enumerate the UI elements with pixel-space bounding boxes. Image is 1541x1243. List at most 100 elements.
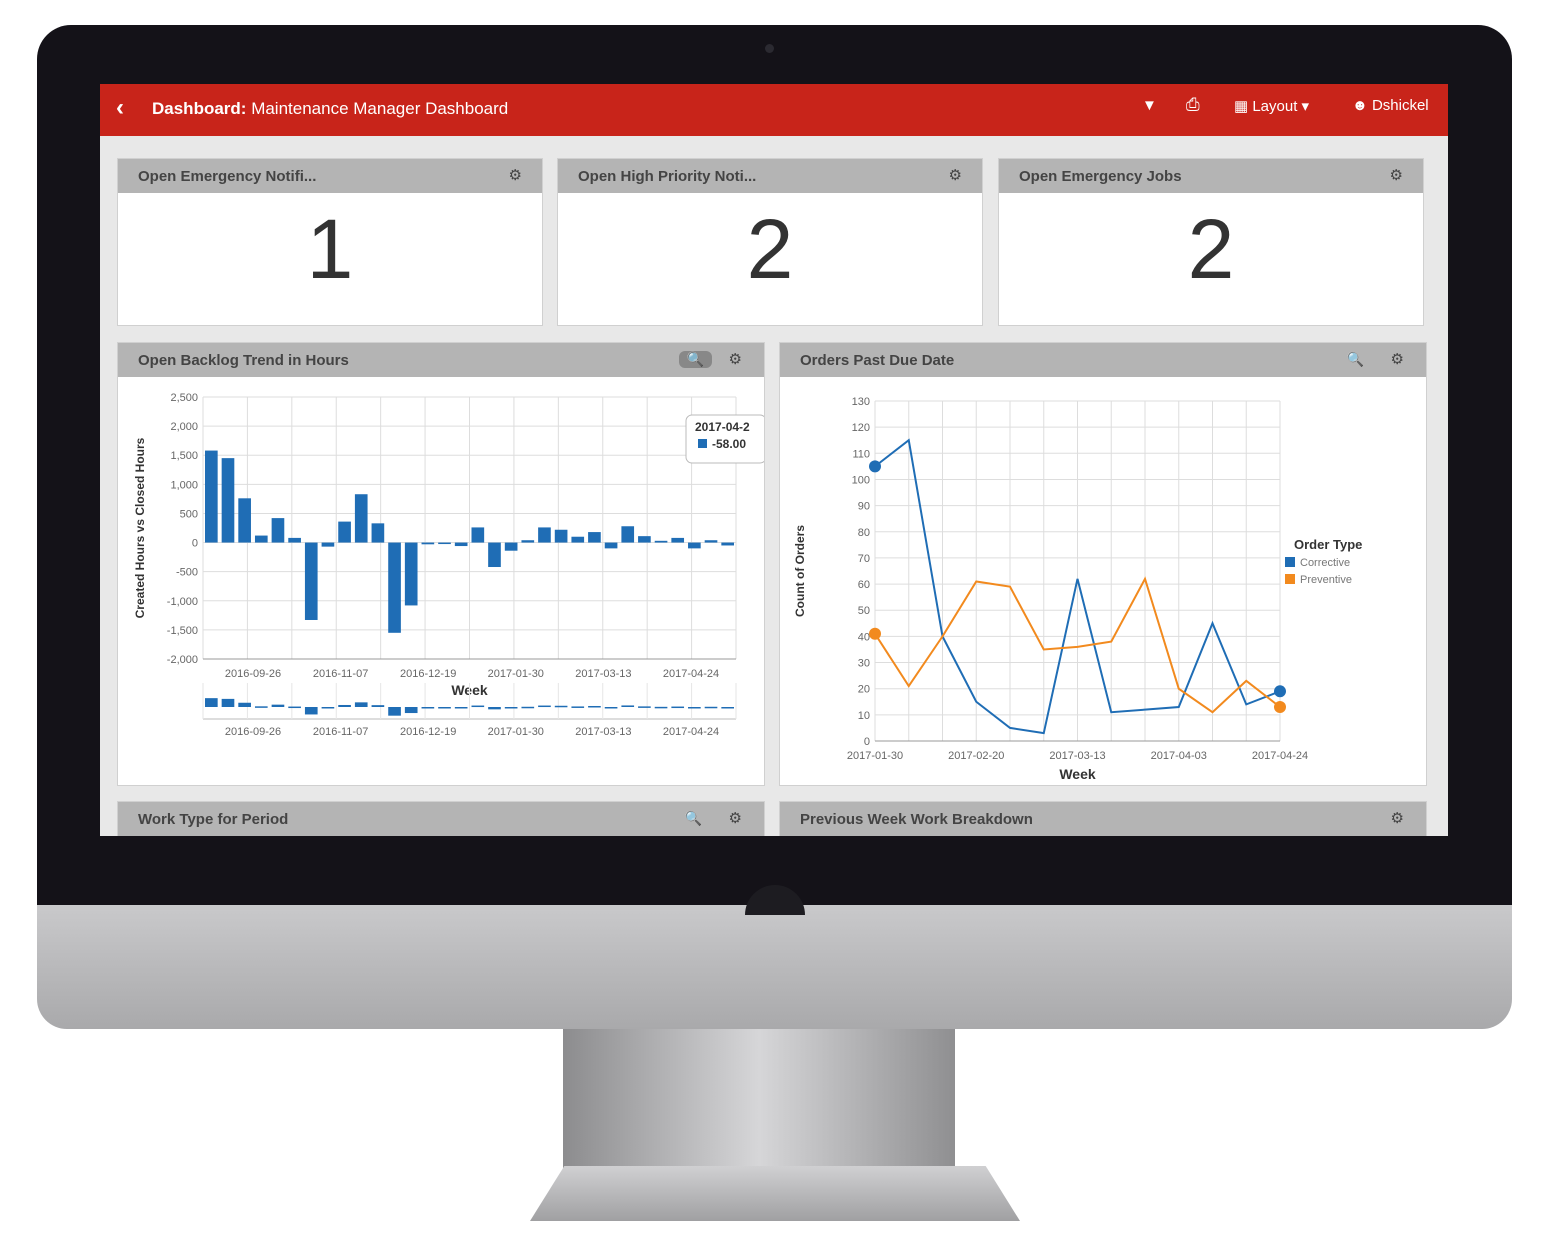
- bar: [288, 537, 301, 543]
- gear-icon[interactable]: ⚙: [729, 809, 742, 827]
- x-tick-label: 2016-09-26: [225, 668, 281, 680]
- y-tick-label: -1,500: [167, 625, 198, 637]
- bar: [221, 458, 235, 543]
- bar: [471, 527, 485, 543]
- back-icon[interactable]: ‹: [116, 94, 124, 122]
- bar: [721, 542, 734, 546]
- bar: [354, 494, 368, 543]
- bar: [254, 535, 268, 543]
- bar: [404, 542, 418, 606]
- navigator-bar: [454, 707, 468, 709]
- camera-dot: [765, 44, 774, 53]
- bar: [438, 542, 451, 545]
- navigator-bar: [654, 706, 668, 709]
- navigator-bar: [421, 707, 435, 709]
- page-title-prefix: Dashboard:: [152, 99, 247, 118]
- panel-title: Orders Past Due Date: [800, 352, 955, 369]
- kpi-value: 2: [746, 202, 794, 296]
- y-tick-label: 70: [858, 553, 870, 565]
- y-tick-label: 100: [852, 474, 870, 486]
- navigator-bar: [521, 706, 535, 709]
- grid-icon: ▦: [1234, 98, 1253, 115]
- user-menu-button[interactable]: ☻ Dshickel: [1352, 97, 1429, 114]
- series-point: [869, 460, 881, 473]
- navigator-bar: [205, 698, 218, 707]
- panel-header: Open Emergency Jobs ⚙: [999, 159, 1423, 193]
- bar: [205, 450, 218, 543]
- panel-title: Open Emergency Notifi...: [138, 168, 317, 185]
- page-title: Dashboard: Maintenance Manager Dashboard: [152, 99, 508, 119]
- bar: [371, 523, 385, 543]
- navigator-tick-label: 2017-04-24: [663, 726, 719, 738]
- print-icon[interactable]: ⎙: [1186, 95, 1200, 115]
- navigator-bar: [438, 707, 451, 709]
- y-tick-label: 10: [858, 710, 870, 722]
- legend-label: Preventive: [1300, 574, 1352, 586]
- navigator-bar: [604, 707, 618, 709]
- navigator-bar: [621, 705, 635, 707]
- y-tick-label: 2,500: [170, 392, 198, 404]
- gear-icon[interactable]: ⚙: [1391, 809, 1404, 827]
- bar: [704, 540, 718, 543]
- y-tick-label: 40: [858, 631, 870, 643]
- panel-title: Open Backlog Trend in Hours: [138, 352, 349, 369]
- gear-icon[interactable]: ⚙: [949, 166, 962, 184]
- x-tick-label: 2016-11-07: [313, 668, 368, 680]
- kpi-panel-emergency-jobs: Open Emergency Jobs ⚙ 2: [998, 158, 1424, 326]
- navigator-bar: [571, 706, 585, 708]
- kpi-panel-emergency-notifications: Open Emergency Notifi... ⚙ 1: [117, 158, 543, 326]
- filter-icon[interactable]: ▼: [1142, 97, 1157, 114]
- panel-header: Open Emergency Notifi... ⚙: [118, 159, 542, 193]
- bar: [488, 542, 501, 568]
- legend-title: Order Type: [1294, 537, 1362, 552]
- backlog-bar-chart: 2,500 2,000 1,500 1,000 500 0 -500 -1,000 -1,500…: [133, 392, 764, 738]
- bar: [321, 542, 335, 547]
- navigator-tick-label: 2017-03-13: [575, 726, 631, 738]
- navigator-bar: [538, 705, 551, 708]
- bar: [521, 540, 535, 543]
- series-point: [869, 627, 881, 640]
- navigator-bar: [388, 707, 401, 716]
- x-tick-label: 2017-01-30: [488, 668, 544, 680]
- monitor-stand-neck: [563, 1029, 955, 1169]
- navigator-bar: [504, 707, 518, 709]
- bar: [454, 542, 468, 547]
- y-tick-label: -2,000: [167, 654, 198, 666]
- gear-icon[interactable]: ⚙: [729, 350, 742, 368]
- navigator-bar: [404, 707, 418, 714]
- top-bar: ‹ Dashboard: Maintenance Manager Dashboa…: [100, 84, 1448, 136]
- y-tick-label: -500: [176, 567, 198, 579]
- page-title-name: Maintenance Manager Dashboard: [246, 99, 509, 118]
- navigator-bar: [471, 705, 485, 708]
- x-tick-label: 2017-01-30: [847, 750, 903, 762]
- panel-header: Work Type for Period 🔍 ⚙: [118, 802, 764, 836]
- zoom-icon[interactable]: 🔍: [685, 810, 702, 827]
- zoom-icon[interactable]: 🔍: [678, 351, 712, 368]
- bar: [554, 529, 568, 543]
- navigator-tick-label: 2016-09-26: [225, 726, 281, 738]
- orders-past-due-panel: Orders Past Due Date 🔍 ⚙ 130 120 110 100 90 80 7…: [779, 342, 1427, 786]
- y-tick-label: 20: [858, 684, 870, 696]
- y-axis-title: Created Hours vs Closed Hours: [133, 437, 147, 618]
- gear-icon[interactable]: ⚙: [1391, 350, 1404, 368]
- navigator-bar: [338, 704, 351, 707]
- bar: [238, 498, 251, 543]
- series-point: [1274, 701, 1286, 713]
- previous-week-breakdown-panel: Previous Week Work Breakdown ⚙: [779, 801, 1427, 836]
- navigator-bar: [721, 707, 734, 709]
- orders-line-chart: 13012011010090807060504030201002017-01-3…: [793, 396, 1362, 782]
- x-tick-label: 2017-04-24: [1252, 750, 1308, 762]
- gear-icon[interactable]: ⚙: [509, 166, 522, 184]
- zoom-icon[interactable]: 🔍: [1347, 351, 1364, 368]
- navigator-bar: [271, 704, 285, 707]
- tooltip-label: 2017-04-2: [695, 420, 750, 434]
- bar: [654, 540, 668, 543]
- navigator-bar: [321, 707, 335, 709]
- work-type-panel: Work Type for Period 🔍 ⚙: [117, 801, 765, 836]
- layout-menu-button[interactable]: ▦ Layout ▾: [1234, 97, 1309, 115]
- navigator-bar: [354, 702, 368, 707]
- gear-icon[interactable]: ⚙: [1390, 166, 1403, 184]
- monitor-stand-foot: [530, 1166, 1020, 1221]
- navigator-tick-label: 2017-01-30: [488, 726, 544, 738]
- navigator-bar: [371, 705, 385, 707]
